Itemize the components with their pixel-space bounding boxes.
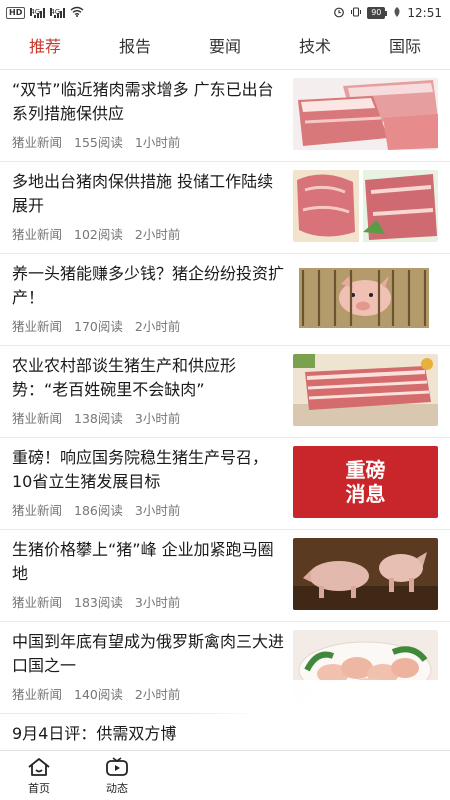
news-title: 养一头猪能赚多少钱？猪企纷纷投资扩产！ [12, 264, 285, 307]
bottom-nav: 首页 动态 [0, 750, 450, 800]
status-bar: HD 4G 4G 90 12:51 [0, 0, 450, 26]
news-item[interactable]: 多地出台猪肉保供措施 投储工作陆续展开 猪业新闻 102阅读 2小时前 [0, 162, 450, 254]
tab-technology[interactable]: 技术 [270, 26, 360, 70]
tab-reports[interactable]: 报告 [90, 26, 180, 70]
news-source: 猪业新闻 [12, 135, 63, 150]
signal-icon-2: 4G [50, 8, 66, 18]
battery-icon: 90 [367, 7, 388, 19]
news-thumbnail-pig-cage [293, 262, 438, 334]
tab-international[interactable]: 国际 [360, 26, 450, 70]
news-thumbnail-breaking-banner: 重磅 消息 [293, 446, 438, 518]
news-item[interactable]: 重磅！响应国务院稳生猪生产号召，10省立生猪发展目标 猪业新闻 186阅读 3小… [0, 438, 450, 530]
news-reads: 140阅读 [74, 687, 123, 702]
banner-line-2: 消息 [345, 482, 386, 506]
tv-icon [106, 756, 128, 776]
news-source: 猪业新闻 [12, 227, 63, 242]
alarm-icon [333, 6, 345, 21]
nav-dynamics-label: 动态 [106, 781, 128, 795]
news-time: 1小时前 [134, 135, 181, 150]
clock: 12:51 [407, 6, 442, 20]
news-title: 农业农村部谈生猪生产和供应形势：“老百姓碗里不会缺肉” [12, 356, 237, 399]
news-title: “双节”临近猪肉需求增多 广东已出台系列措施保供应 [12, 80, 274, 123]
vibrate-icon [350, 6, 362, 21]
news-thumbnail-pork [293, 78, 438, 150]
category-tabs: 推荐 报告 要闻 技术 国际 [0, 26, 450, 70]
news-thumbnail-pork-cuts [293, 170, 438, 242]
hd-badge: HD [6, 7, 26, 19]
news-time: 2小时前 [134, 227, 181, 242]
nav-home[interactable]: 首页 [0, 751, 78, 800]
news-reads: 183阅读 [74, 595, 123, 610]
news-source: 猪业新闻 [12, 319, 63, 334]
tab-headlines[interactable]: 要闻 [180, 26, 270, 70]
news-reads: 155阅读 [74, 135, 123, 150]
news-time: 2小时前 [134, 319, 181, 334]
news-item[interactable]: 养一头猪能赚多少钱？猪企纷纷投资扩产！ 猪业新闻 170阅读 2小时前 [0, 254, 450, 346]
news-time: 3小时前 [134, 503, 181, 518]
nav-home-label: 首页 [28, 781, 50, 795]
news-title: 重磅！响应国务院稳生猪生产号召，10省立生猪发展目标 [12, 448, 269, 491]
news-list: “双节”临近猪肉需求增多 广东已出台系列措施保供应 猪业新闻 155阅读 1小时… [0, 70, 450, 750]
banner-line-1: 重磅 [345, 458, 386, 482]
news-title: 生猪价格攀上“猪”峰 企业加紧跑马圈地 [12, 540, 274, 583]
news-source: 猪业新闻 [12, 595, 63, 610]
news-title: 多地出台猪肉保供措施 投储工作陆续展开 [12, 172, 274, 215]
news-thumbnail-pork-belly [293, 354, 438, 426]
leaf-icon [392, 6, 402, 21]
news-thumbnail-pigs-farm [293, 538, 438, 610]
news-time: 3小时前 [134, 595, 181, 610]
tab-recommended[interactable]: 推荐 [0, 26, 90, 70]
news-title: 中国到年底有望成为俄罗斯禽肉三大进口国之一 [12, 632, 285, 675]
news-source: 猪业新闻 [12, 503, 63, 518]
news-time: 3小时前 [134, 411, 181, 426]
signal-icon: 4G [30, 8, 46, 18]
news-item[interactable]: 农业农村部谈生猪生产和供应形势：“老百姓碗里不会缺肉” 猪业新闻 138阅读 3… [0, 346, 450, 438]
scroll-fade-overlay [190, 680, 450, 750]
news-item[interactable]: “双节”临近猪肉需求增多 广东已出台系列措施保供应 猪业新闻 155阅读 1小时… [0, 70, 450, 162]
news-source: 猪业新闻 [12, 411, 63, 426]
news-reads: 138阅读 [74, 411, 123, 426]
news-item[interactable]: 生猪价格攀上“猪”峰 企业加紧跑马圈地 猪业新闻 183阅读 3小时前 [0, 530, 450, 622]
news-source: 猪业新闻 [12, 687, 63, 702]
news-time: 2小时前 [134, 687, 181, 702]
nav-dynamics[interactable]: 动态 [78, 751, 156, 800]
news-reads: 186阅读 [74, 503, 123, 518]
home-icon [28, 757, 50, 776]
news-reads: 170阅读 [74, 319, 123, 334]
news-reads: 102阅读 [74, 227, 123, 242]
wifi-icon [70, 6, 84, 20]
